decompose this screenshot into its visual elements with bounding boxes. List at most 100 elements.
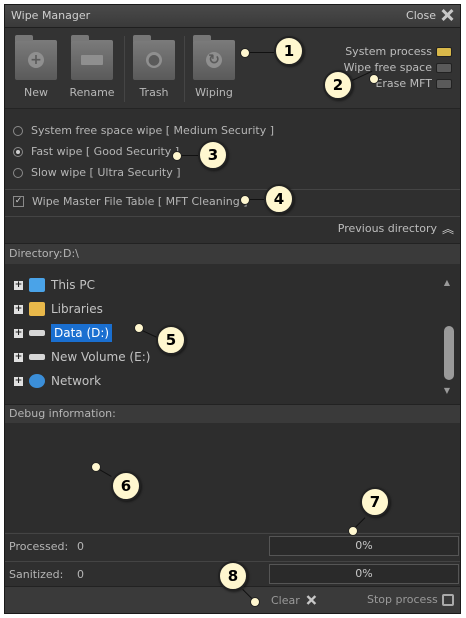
radio-button[interactable]: [13, 125, 23, 136]
tree-item-label: Data (D:): [51, 324, 113, 342]
stop-process-button[interactable]: Stop process: [367, 593, 454, 606]
callout-marker: [172, 151, 182, 161]
folder-rename-icon: [71, 35, 113, 80]
radio-label: Slow wipe [ Ultra Security ]: [31, 166, 181, 179]
close-icon: [440, 8, 454, 22]
system-process-toggle[interactable]: [436, 46, 452, 57]
sanitized-progress-bar: 0%: [269, 564, 459, 584]
mft-label: Wipe Master File Table [ MFT Cleaning ]: [32, 195, 248, 208]
tree-item-new-volume-e[interactable]: + New Volume (E:): [14, 350, 150, 364]
scroll-up-arrow[interactable]: ▲: [444, 278, 450, 287]
sanitized-progress-text: 0%: [355, 567, 373, 580]
folder-tree: + This PC + Libraries + Data (D:) + New …: [5, 264, 460, 404]
drive-icon: [29, 354, 45, 360]
callout-7: 7: [360, 487, 390, 517]
tree-item-data-d[interactable]: + Data (D:): [14, 324, 113, 342]
callout-marker: [250, 597, 260, 607]
callout-8: 8: [218, 561, 248, 591]
callout-2: 2: [323, 70, 353, 100]
radio-label: Fast wipe [ Good Security ]: [31, 145, 180, 158]
mft-option-row: ✓ Wipe Master File Table [ MFT Cleaning …: [5, 190, 460, 217]
rename-label: Rename: [69, 86, 115, 99]
wiping-button[interactable]: ↻ Wiping: [189, 35, 239, 99]
new-button[interactable]: + New: [11, 35, 61, 99]
callout-6: 6: [111, 471, 141, 501]
stop-icon: [441, 593, 454, 606]
callout-5: 5: [156, 325, 186, 355]
processed-row: Processed: 0 0%: [5, 533, 460, 560]
tree-item-this-pc[interactable]: + This PC: [14, 278, 95, 292]
wiping-label: Wiping: [195, 86, 233, 99]
callout-marker: [91, 462, 101, 472]
tree-item-label: Libraries: [51, 302, 103, 316]
expand-icon[interactable]: +: [14, 280, 23, 290]
scrollbar-thumb[interactable]: [444, 326, 454, 380]
previous-directory-button[interactable]: Previous directory ︽: [338, 222, 454, 235]
close-label: Close: [406, 8, 436, 22]
trash-folder-icon: ●: [133, 35, 175, 80]
directory-bar: Directory: D:\: [5, 243, 460, 265]
radio-system-free-space[interactable]: System free space wipe [ Medium Security…: [13, 124, 274, 137]
network-icon: [29, 374, 45, 388]
wipe-manager-window: Wipe Manager Close + New Rename ● Trash …: [4, 4, 461, 614]
processed-progress-text: 0%: [355, 539, 373, 552]
title-bar: Wipe Manager Close: [5, 5, 460, 28]
library-folder-icon: [29, 302, 45, 316]
expand-icon[interactable]: +: [14, 304, 23, 314]
callout-marker: [240, 195, 250, 205]
radio-button[interactable]: [13, 167, 23, 178]
expand-icon[interactable]: +: [14, 352, 23, 362]
previous-directory-label: Previous directory: [337, 222, 437, 235]
expand-icon[interactable]: +: [14, 328, 23, 338]
toolbar-divider: [124, 36, 125, 102]
sanitized-count: 0: [77, 568, 84, 581]
close-button[interactable]: Close: [406, 8, 454, 22]
debug-header: Debug information:: [5, 404, 460, 424]
drive-icon: [29, 330, 45, 336]
stop-process-label: Stop process: [367, 593, 438, 606]
callout-marker: [369, 74, 379, 84]
option-erase-mft[interactable]: Erase MFT: [375, 77, 452, 90]
radio-fast-wipe[interactable]: Fast wipe [ Good Security ]: [13, 145, 179, 158]
wipe-mode-group: System free space wipe [ Medium Security…: [5, 109, 460, 190]
mft-checkbox[interactable]: ✓: [13, 196, 24, 207]
callout-4: 4: [264, 184, 294, 214]
wipe-free-space-label: Wipe free space: [343, 61, 432, 74]
system-process-label: System process: [345, 45, 432, 58]
processed-progress-bar: 0%: [269, 536, 459, 556]
trash-button[interactable]: ● Trash: [129, 35, 179, 99]
clear-button[interactable]: Clear: [271, 593, 318, 607]
toolbar-divider: [184, 36, 185, 102]
option-wipe-free-space[interactable]: Wipe free space: [344, 61, 452, 74]
expand-icon[interactable]: +: [14, 376, 23, 386]
computer-icon: [29, 278, 45, 292]
callout-marker: [240, 48, 250, 58]
window-title: Wipe Manager: [11, 9, 91, 22]
tree-item-label: Network: [51, 374, 102, 388]
clear-label: Clear: [271, 593, 300, 607]
mft-checkbox-row[interactable]: ✓ Wipe Master File Table [ MFT Cleaning …: [13, 195, 248, 208]
folder-plus-icon: +: [15, 35, 57, 80]
directory-path: D:\: [63, 247, 79, 260]
radio-slow-wipe[interactable]: Slow wipe [ Ultra Security ]: [13, 166, 181, 179]
radio-button[interactable]: [13, 146, 23, 157]
debug-output-area: [5, 423, 460, 532]
tree-item-label: This PC: [51, 278, 95, 292]
option-system-process[interactable]: System process: [345, 45, 452, 58]
clear-icon: [305, 594, 316, 605]
tree-item-network[interactable]: + Network: [14, 374, 101, 388]
directory-label: Directory:: [9, 247, 63, 260]
erase-mft-toggle[interactable]: [436, 78, 452, 89]
wipe-folder-icon: ↻: [193, 35, 235, 80]
callout-1: 1: [274, 36, 304, 66]
tree-item-libraries[interactable]: + Libraries: [14, 302, 103, 316]
rename-button[interactable]: Rename: [67, 35, 117, 99]
wipe-free-space-toggle[interactable]: [436, 62, 452, 73]
trash-label: Trash: [139, 86, 169, 99]
callout-3: 3: [198, 140, 228, 170]
processed-label: Processed:: [9, 540, 69, 553]
callout-marker: [348, 526, 358, 536]
tree-item-label: New Volume (E:): [51, 350, 151, 364]
callout-marker: [134, 323, 144, 333]
scroll-down-arrow[interactable]: ▼: [444, 386, 450, 395]
